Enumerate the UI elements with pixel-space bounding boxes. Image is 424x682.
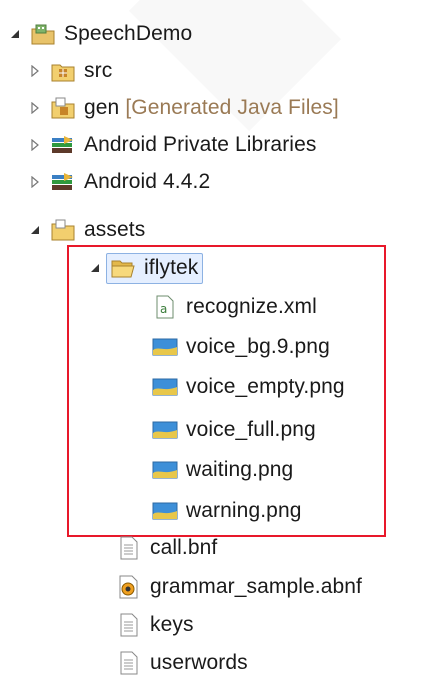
tree-node-speechdemo[interactable]: SpeechDemo [6, 15, 192, 53]
tree-node-label: waiting.png [186, 458, 294, 481]
tree-node-warning-png[interactable]: warning.png [152, 492, 302, 530]
xml-file-icon: a [152, 294, 178, 320]
tree-node-gen[interactable]: gen [Generated Java Files] [26, 89, 339, 127]
tree-node-label: voice_empty.png [186, 375, 345, 398]
tree-node-src[interactable]: src [26, 52, 112, 90]
tree-node-voice-bg-png[interactable]: voice_bg.9.png [152, 328, 330, 366]
collapsed-arrow-icon[interactable] [26, 173, 44, 191]
tree-node-iflytek[interactable]: iflytek [86, 249, 204, 287]
tree-node-label: recognize.xml [186, 295, 317, 318]
tree-node-waiting-png[interactable]: waiting.png [152, 451, 293, 489]
open-folder-icon [110, 255, 136, 281]
tree-node-label: warning.png [186, 499, 302, 522]
tree-node-label: voice_full.png [186, 418, 316, 441]
tree-node-grammar-sample-abnf[interactable]: grammar_sample.abnf [116, 568, 362, 606]
android-project-icon [30, 21, 56, 47]
generated-source-folder-icon [50, 95, 76, 121]
source-folder-icon [50, 58, 76, 84]
tree-node-label: gen [84, 96, 120, 119]
tree-node-call-bnf[interactable]: call.bnf [116, 529, 217, 567]
expanded-arrow-icon[interactable] [86, 259, 104, 277]
tree-node-recognize-xml[interactable]: a recognize.xml [152, 288, 317, 326]
image-file-icon [152, 457, 178, 483]
tree-node-voice-full-png[interactable]: voice_full.png [152, 411, 316, 449]
expanded-arrow-icon[interactable] [6, 25, 24, 43]
tree-node-keys[interactable]: keys [116, 606, 194, 644]
collapsed-arrow-icon[interactable] [26, 99, 44, 117]
tree-node-label: SpeechDemo [64, 22, 193, 45]
tree-node-label: Android Private Libraries [84, 133, 317, 156]
text-file-icon [116, 612, 142, 638]
image-file-icon [152, 374, 178, 400]
folder-icon [50, 217, 76, 243]
tree-node-android-private-libraries[interactable]: Android Private Libraries [26, 126, 316, 164]
svg-text:a: a [160, 302, 167, 316]
tree-node-label: userwords [150, 651, 248, 674]
tree-node-label: voice_bg.9.png [186, 335, 330, 358]
tree-node-label: src [84, 59, 113, 82]
selected-node-highlight: iflytek [106, 252, 204, 284]
generated-files-decoration: [Generated Java Files] [125, 96, 339, 119]
image-file-icon [152, 498, 178, 524]
project-explorer-tree: SpeechDemo src gen [Generated Java Files… [0, 0, 424, 675]
tree-node-android-4-4-2[interactable]: Android 4.4.2 [26, 163, 210, 201]
library-container-icon [50, 132, 76, 158]
tree-node-label: call.bnf [150, 536, 218, 559]
tree-node-voice-empty-png[interactable]: voice_empty.png [152, 368, 345, 406]
abnf-file-icon [116, 574, 142, 600]
image-file-icon [152, 334, 178, 360]
image-file-icon [152, 417, 178, 443]
tree-node-label: keys [150, 613, 194, 636]
tree-node-label: iflytek [144, 255, 199, 279]
expanded-arrow-icon[interactable] [26, 221, 44, 239]
text-file-icon [116, 535, 142, 561]
collapsed-arrow-icon[interactable] [26, 136, 44, 154]
text-file-icon [116, 650, 142, 676]
tree-node-label: Android 4.4.2 [84, 170, 211, 193]
tree-node-label: assets [84, 218, 146, 241]
collapsed-arrow-icon[interactable] [26, 62, 44, 80]
library-container-icon [50, 169, 76, 195]
tree-node-userwords[interactable]: userwords [116, 644, 248, 682]
tree-node-assets[interactable]: assets [26, 211, 145, 249]
tree-node-label: grammar_sample.abnf [150, 575, 362, 598]
